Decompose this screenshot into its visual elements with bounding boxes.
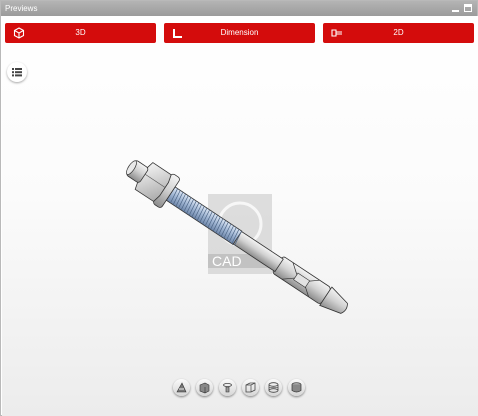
- previews-window: Previews 3D Dimension 2D CAD: [0, 0, 478, 416]
- view-2d-button[interactable]: 2D: [323, 23, 474, 43]
- view-3d-button[interactable]: 3D: [5, 23, 156, 43]
- view-2d-label: 2D: [393, 28, 404, 37]
- dimension-label: Dimension: [220, 28, 259, 37]
- side-view-button[interactable]: [242, 379, 259, 396]
- title-bar: Previews: [1, 1, 477, 16]
- iso-view-button[interactable]: [288, 379, 305, 396]
- perspective-view-button[interactable]: [173, 379, 190, 396]
- cube-icon: [13, 27, 25, 39]
- view-3d-label: 3D: [75, 28, 86, 37]
- list-icon: [12, 68, 22, 77]
- perspective-view-icon: [176, 382, 187, 393]
- dimension-button[interactable]: Dimension: [164, 23, 315, 43]
- minimize-icon[interactable]: [451, 4, 460, 13]
- section-view-button[interactable]: [265, 379, 282, 396]
- iso-view-icon: [291, 382, 302, 393]
- top-view-button[interactable]: [219, 379, 236, 396]
- front-view-icon: [199, 382, 210, 394]
- window-title: Previews: [5, 4, 38, 13]
- parts-list-button[interactable]: [7, 62, 27, 82]
- drawing-2d-icon: [331, 29, 342, 37]
- top-view-icon: [223, 383, 232, 393]
- side-view-icon: [245, 382, 256, 393]
- anchor-bolt-model: [126, 160, 348, 314]
- section-view-icon: [268, 382, 279, 393]
- front-view-button[interactable]: [196, 379, 213, 396]
- dimension-icon: [173, 29, 182, 38]
- maximize-icon[interactable]: [464, 4, 472, 12]
